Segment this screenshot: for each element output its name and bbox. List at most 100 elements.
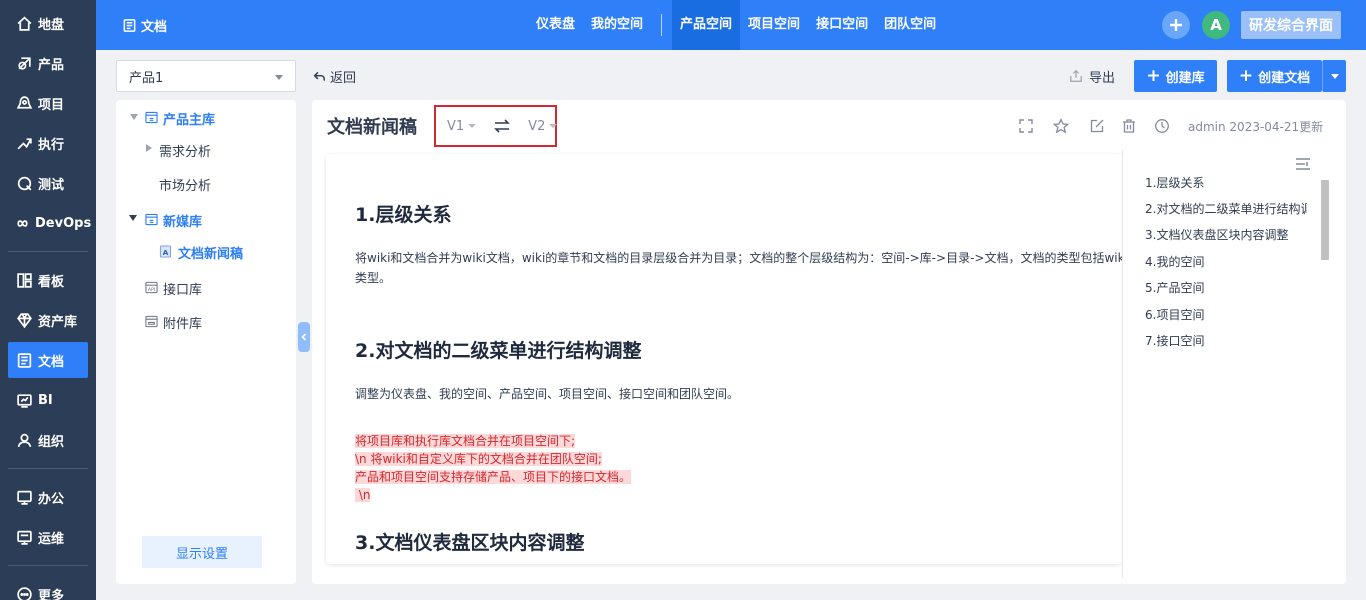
version-select-v1[interactable]: V1 (447, 119, 477, 134)
nav-item-devops[interactable]: DevOps (8, 205, 92, 241)
diff-line: 将项目库和执行库文档合并在项目空间下; (355, 434, 576, 448)
nav-label: DevOps (35, 215, 92, 231)
edit-button[interactable] (1089, 118, 1105, 134)
back-button[interactable]: 返回 (313, 60, 356, 92)
bi-icon (14, 390, 34, 410)
create-doc-dropdown[interactable] (1322, 60, 1346, 92)
nav-label: 文档 (38, 354, 65, 370)
nav-item-product[interactable]: 产品 (8, 45, 88, 81)
project-icon (14, 93, 34, 113)
section-paragraph: 调整为仪表盘、我的空间、产品空间、项目空间、接口空间和团队空间。 (355, 387, 740, 401)
toc-item[interactable]: 7.接口空间 (1145, 332, 1307, 349)
plus-icon: + (1146, 65, 1161, 86)
svg-text:A: A (163, 248, 169, 257)
devops-icon (14, 213, 31, 233)
tree-label: 产品主库 (163, 113, 216, 128)
toc-item[interactable]: 5.产品空间 (1145, 279, 1307, 296)
tree-label: 文档新闻稿 (178, 247, 244, 262)
star-icon (1053, 118, 1069, 134)
toc-scrollbar[interactable] (1321, 180, 1329, 260)
doc-panel: 文档新闻稿 V1 V2 admin 2023-04-21更新 1.层级关系 将w… (312, 100, 1346, 584)
table-of-contents: 1.层级关系 2.对文档的二级菜单进行结构调整 3.文档仪表盘区块内容调整 4.… (1122, 150, 1346, 578)
doc-content: 1.层级关系 将wiki和文档合并为wiki文档，wiki的章节和文档的目录层级… (326, 154, 1122, 564)
ops-icon (14, 527, 34, 547)
org-icon (14, 430, 34, 450)
toc-item[interactable]: 4.我的空间 (1145, 253, 1307, 270)
nav-label: 看板 (38, 274, 65, 290)
collapse-sidebar-toggle[interactable] (298, 322, 310, 352)
nav-item-office[interactable]: 办公 (8, 479, 88, 515)
nav-label: 产品 (38, 57, 65, 73)
create-lib-label: 创建库 (1165, 70, 1205, 86)
back-label: 返回 (330, 70, 357, 86)
doc-meta: admin 2023-04-21更新 (1188, 120, 1324, 134)
trash-icon (1123, 119, 1135, 133)
doc-file-icon: A (159, 245, 172, 258)
switch-interface-button[interactable]: 研发综合界面 (1241, 11, 1341, 39)
home-icon (14, 13, 34, 33)
quick-create-button[interactable] (1162, 11, 1190, 39)
version-select-v2[interactable]: V2 (528, 118, 558, 134)
api-lib-icon: API (145, 281, 158, 294)
nav-divider (8, 565, 88, 566)
nav-item-ops[interactable]: 运维 (8, 519, 88, 555)
nav-label: 办公 (38, 491, 65, 507)
chevron-down-icon (549, 124, 558, 128)
header-nav: 仪表盘 我的空间 产品空间 项目空间 接口空间 团队空间 (528, 0, 944, 50)
nav-item-more[interactable]: 更多 (8, 576, 88, 600)
nav-item-dashboard[interactable]: 地盘 (8, 5, 88, 41)
version-label: V2 (528, 118, 546, 134)
section-paragraph: 将wiki和文档合并为wiki文档，wiki的章节和文档的目录层级合并为目录；文… (355, 248, 1122, 288)
nav-label: 资产库 (38, 314, 78, 330)
header-divider (661, 14, 663, 36)
avatar[interactable]: A (1202, 11, 1230, 39)
toc-settings-icon[interactable] (1295, 156, 1311, 172)
export-button[interactable]: 导出 (1069, 60, 1115, 92)
tab-api-space[interactable]: 接口空间 (808, 0, 876, 50)
toc-item[interactable]: 1.层级关系 (1145, 174, 1307, 191)
nav-label: 项目 (38, 97, 65, 113)
fullscreen-button[interactable] (1018, 118, 1034, 134)
nav-item-project[interactable]: 项目 (8, 85, 88, 121)
toc-item[interactable]: 6.项目空间 (1145, 306, 1307, 323)
tab-product-space[interactable]: 产品空间 (672, 0, 741, 50)
chevron-right-icon (146, 144, 152, 152)
tab-dashboard[interactable]: 仪表盘 (528, 0, 583, 50)
back-arrow-icon (313, 71, 326, 81)
asset-library-icon (14, 310, 34, 330)
nav-item-org[interactable]: 组织 (8, 422, 88, 458)
export-label: 导出 (1089, 70, 1116, 86)
create-lib-button[interactable]: + 创建库 (1134, 60, 1217, 92)
doc-icon (14, 350, 34, 370)
nav-item-execution[interactable]: 执行 (8, 125, 88, 161)
favorite-button[interactable] (1053, 118, 1069, 134)
product-select[interactable]: 产品1 (116, 60, 296, 92)
display-settings-button[interactable]: 显示设置 (142, 536, 262, 568)
version-compare: V1 V2 (434, 105, 558, 147)
svg-text:API: API (148, 287, 155, 293)
nav-item-test[interactable]: 测试 (8, 165, 88, 201)
nav-label: BI (38, 392, 53, 408)
nav-item-bi[interactable]: BI (8, 382, 88, 418)
kanban-icon (14, 270, 34, 290)
nav-item-asset-library[interactable]: 资产库 (8, 302, 88, 338)
delete-button[interactable] (1121, 118, 1137, 134)
tab-my-space[interactable]: 我的空间 (583, 0, 651, 50)
tab-project-space[interactable]: 项目空间 (740, 0, 808, 50)
nav-item-doc[interactable]: 文档 (8, 342, 88, 378)
more-icon (14, 584, 34, 600)
tab-team-space[interactable]: 团队空间 (876, 0, 944, 50)
nav-label: 运维 (38, 531, 65, 547)
doc-title: 文档新闻稿 (327, 117, 417, 138)
toc-item[interactable]: 3.文档仪表盘区块内容调整 (1145, 226, 1307, 243)
header-title-text: 文档 (141, 19, 168, 35)
diff-line: 产品和项目空间支持存储产品、项目下的接口文档。 (355, 470, 632, 484)
library-icon (145, 111, 158, 124)
swap-versions-button[interactable] (494, 119, 511, 133)
create-doc-button[interactable]: + 创建文档 (1227, 60, 1322, 92)
nav-item-kanban[interactable]: 看板 (8, 262, 88, 298)
history-button[interactable] (1154, 118, 1170, 134)
edit-icon (1090, 119, 1104, 133)
toc-item[interactable]: 2.对文档的二级菜单进行结构调整 (1145, 200, 1307, 217)
section-heading: 2.对文档的二级菜单进行结构调整 (355, 340, 642, 362)
